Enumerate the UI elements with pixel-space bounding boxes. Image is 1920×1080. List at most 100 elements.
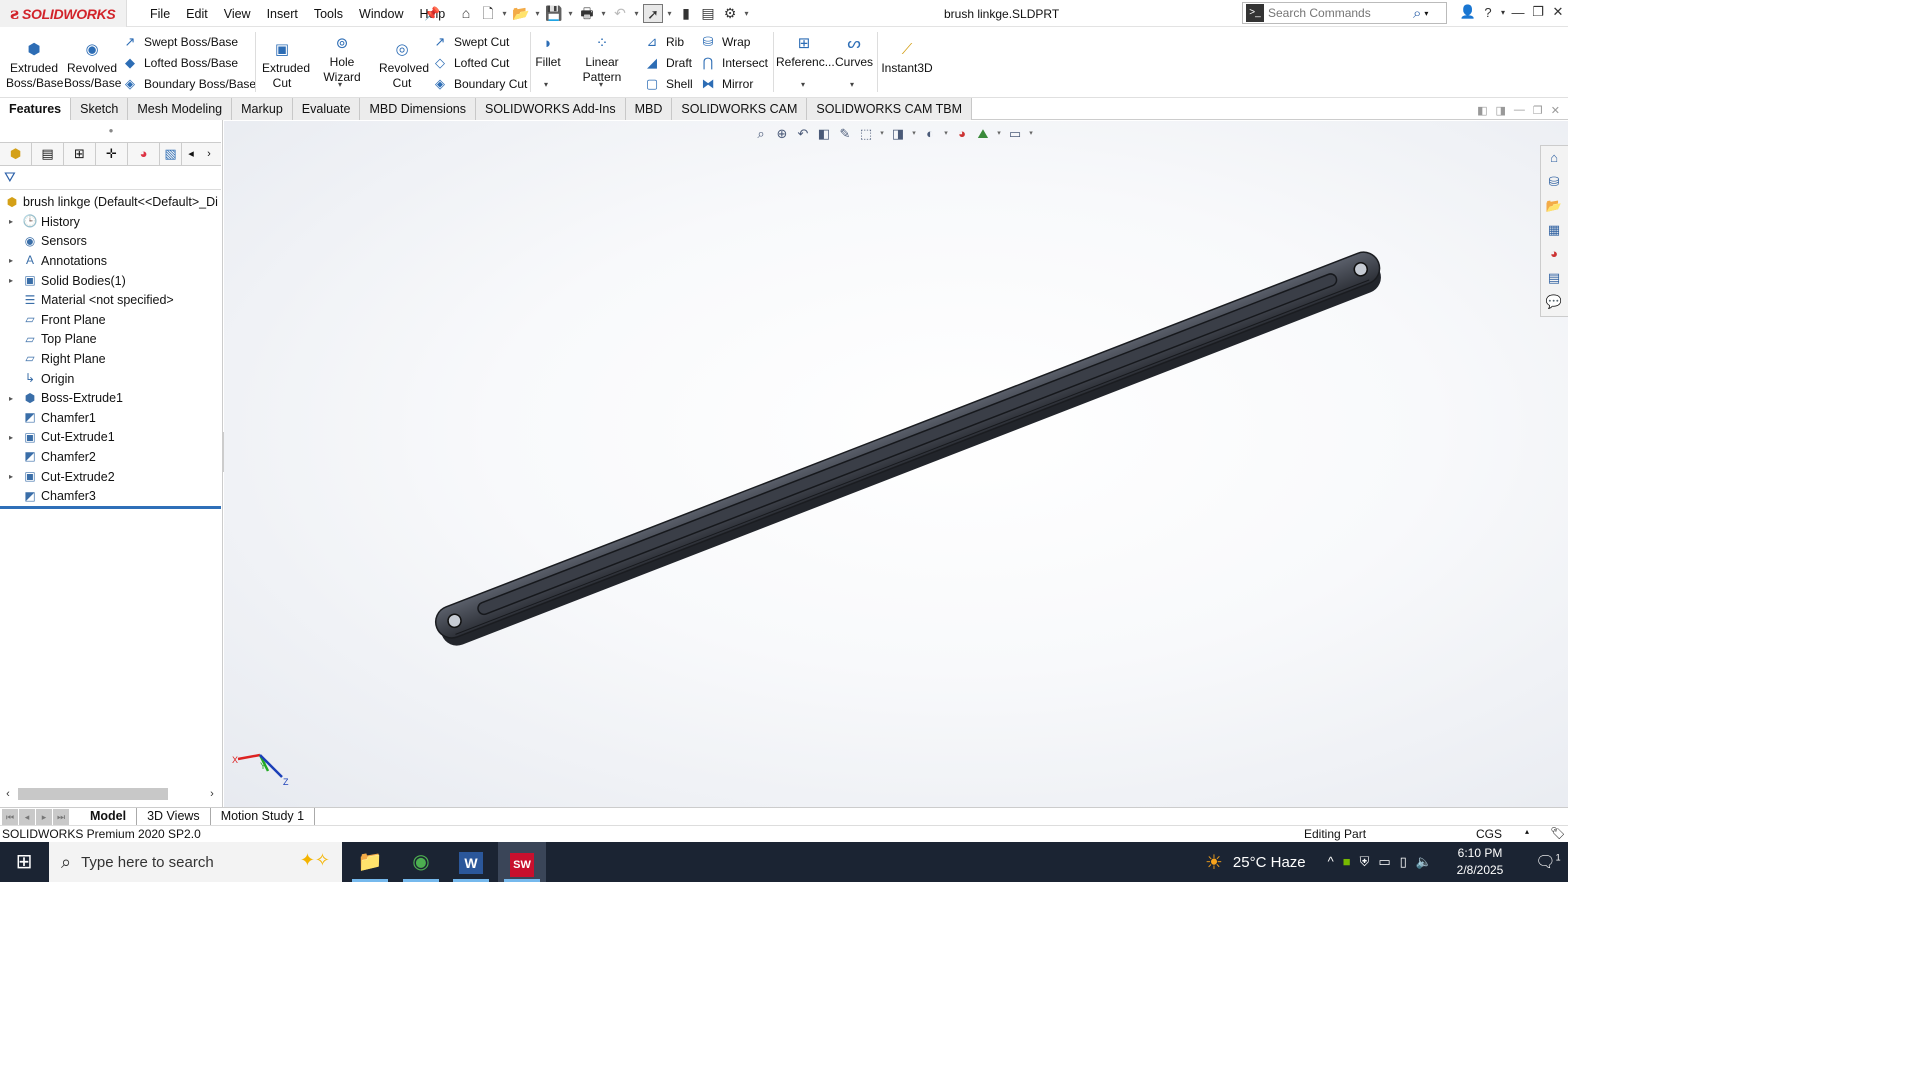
- unit-system[interactable]: CGS: [1476, 827, 1502, 841]
- expand-arrow-icon[interactable]: ▸: [0, 276, 22, 285]
- tab-mbd-dimensions[interactable]: MBD Dimensions: [360, 98, 476, 120]
- cam-tab-icon[interactable]: ▧: [160, 143, 182, 165]
- dimxpert-tab-icon[interactable]: ✛: [96, 143, 128, 165]
- extruded-cut-button[interactable]: ▣ Extruded Cut: [256, 41, 310, 91]
- tab-motion-study-1[interactable]: Motion Study 1: [211, 807, 316, 826]
- chevron-up-icon[interactable]: ▴: [1525, 827, 1529, 836]
- scroll-right-icon[interactable]: ›: [204, 788, 220, 800]
- tree-item-sensors[interactable]: ◉ Sensors: [0, 232, 221, 252]
- rebuild-traffic-light-icon[interactable]: ▮: [676, 4, 696, 23]
- chevron-down-icon[interactable]: ▾: [801, 80, 805, 89]
- chevron-down-icon[interactable]: ▾: [742, 9, 751, 18]
- weather-widget[interactable]: ☀ 25°C Haze: [1205, 850, 1306, 875]
- linkage-bar[interactable]: [431, 248, 1387, 651]
- part-model-view[interactable]: [224, 121, 1568, 807]
- swept-boss-button[interactable]: ↗ Swept Boss/Base: [122, 32, 239, 52]
- save-icon[interactable]: 💾: [544, 4, 564, 23]
- tab-solidworks-cam-tbm[interactable]: SOLIDWORKS CAM TBM: [807, 98, 973, 120]
- restore-icon[interactable]: ❐: [1528, 4, 1548, 20]
- tree-item-right-plane[interactable]: ▱ Right Plane: [0, 349, 221, 369]
- expand-arrow-icon[interactable]: ▸: [0, 256, 22, 265]
- chevron-down-icon[interactable]: ▾: [500, 9, 509, 18]
- tree-item-origin[interactable]: ↳ Origin: [0, 369, 221, 389]
- boundary-cut-button[interactable]: ◈ Boundary Cut: [432, 74, 527, 94]
- chevron-down-icon[interactable]: ▾: [566, 9, 575, 18]
- display-manager-tab-icon[interactable]: ◕: [128, 143, 160, 165]
- chevron-down-icon[interactable]: ▾: [338, 80, 342, 89]
- design-library-icon[interactable]: ⛁: [1541, 170, 1567, 194]
- chevron-down-icon[interactable]: ▾: [1498, 8, 1508, 17]
- pin-menu-icon[interactable]: 📌: [424, 6, 440, 22]
- file-properties-icon[interactable]: ▤: [698, 4, 718, 23]
- file-explorer-icon[interactable]: 📂: [1541, 194, 1567, 218]
- view-palette-icon[interactable]: ▦: [1541, 218, 1567, 242]
- network-icon[interactable]: ▭: [1378, 854, 1390, 870]
- tree-item-front-plane[interactable]: ▱ Front Plane: [0, 310, 221, 330]
- tile-right-icon[interactable]: ◨: [1496, 104, 1506, 117]
- chevron-down-icon[interactable]: ▾: [533, 9, 542, 18]
- minimize-icon[interactable]: —: [1514, 104, 1525, 117]
- chevron-down-icon[interactable]: ▾: [850, 80, 854, 89]
- scroll-left-icon[interactable]: ◂: [182, 143, 200, 165]
- menu-window[interactable]: Window: [351, 7, 411, 21]
- feature-tree-tab-icon[interactable]: ⬢: [0, 143, 32, 165]
- draft-button[interactable]: ◢ Draft: [644, 53, 692, 73]
- previous-tab-icon[interactable]: ◂: [19, 808, 36, 825]
- scroll-left-icon[interactable]: ‹: [0, 788, 16, 800]
- tree-root-part[interactable]: ⬢ brush linkge (Default<<Default>_Di: [0, 192, 221, 212]
- tree-item-annotations[interactable]: ▸ A Annotations: [0, 251, 221, 271]
- next-tab-icon[interactable]: ▸: [36, 808, 53, 825]
- close-icon[interactable]: ✕: [1551, 104, 1560, 117]
- expand-arrow-icon[interactable]: ▸: [0, 472, 22, 481]
- forum-icon[interactable]: 💬: [1541, 290, 1567, 314]
- revolved-cut-button[interactable]: ◎ Revolved Cut: [376, 41, 429, 91]
- property-manager-tab-icon[interactable]: ▤: [32, 143, 64, 165]
- tree-item-cut-extrude2[interactable]: ▸ ▣ Cut-Extrude2: [0, 467, 221, 487]
- scrollbar-thumb[interactable]: [18, 788, 168, 800]
- tree-item-solid-bodies[interactable]: ▸ ▣ Solid Bodies(1): [0, 271, 221, 291]
- expand-arrow-icon[interactable]: ▸: [0, 433, 22, 442]
- tab-solidworks-addins[interactable]: SOLIDWORKS Add-Ins: [476, 98, 626, 120]
- hole-wizard-button[interactable]: ⊚ Hole Wizard: [310, 35, 374, 85]
- chevron-down-icon[interactable]: ▾: [632, 9, 641, 18]
- minimize-icon[interactable]: —: [1508, 5, 1528, 20]
- filter-icon[interactable]: ⛛: [4, 169, 16, 186]
- wrap-button[interactable]: ⛁ Wrap: [700, 32, 751, 52]
- mirror-button[interactable]: ⧓ Mirror: [700, 74, 754, 94]
- linear-pattern-button[interactable]: ⁘ Linear Pattern: [566, 35, 638, 85]
- tag-icon[interactable]: 🏷: [1550, 826, 1565, 840]
- last-tab-icon[interactable]: ⏭: [53, 808, 70, 825]
- extruded-boss-button[interactable]: ⬢ Extruded Boss/Base: [6, 41, 63, 91]
- tab-evaluate[interactable]: Evaluate: [292, 98, 361, 120]
- menu-tools[interactable]: Tools: [306, 7, 351, 21]
- tree-item-cut-extrude1[interactable]: ▸ ▣ Cut-Extrude1: [0, 428, 221, 448]
- chevron-down-icon[interactable]: ▾: [544, 80, 548, 89]
- tile-left-icon[interactable]: ◧: [1477, 104, 1487, 117]
- new-document-icon[interactable]: 🗋: [478, 4, 498, 23]
- instant3d-button[interactable]: ⟋ Instant3D: [880, 41, 934, 76]
- tree-item-chamfer3[interactable]: ◩ Chamfer3: [0, 486, 221, 506]
- panel-grip-icon[interactable]: ●: [0, 120, 222, 141]
- expand-arrow-icon[interactable]: ▸: [0, 217, 22, 226]
- tab-mbd[interactable]: MBD: [625, 98, 673, 120]
- menu-file[interactable]: File: [142, 7, 178, 21]
- chevron-down-icon[interactable]: ▾: [599, 80, 603, 89]
- reference-geometry-button[interactable]: ⊞ Referenc...: [776, 35, 835, 70]
- tree-item-boss-extrude1[interactable]: ▸ ⬢ Boss-Extrude1: [0, 388, 221, 408]
- fillet-button[interactable]: ◗ Fillet: [534, 35, 562, 70]
- word-icon[interactable]: W: [447, 842, 495, 882]
- select-cursor-icon[interactable]: ➚: [643, 4, 663, 23]
- menu-insert[interactable]: Insert: [259, 7, 306, 21]
- volume-icon[interactable]: 🔈: [1416, 854, 1432, 870]
- chevron-up-icon[interactable]: ^: [1328, 854, 1334, 870]
- lofted-boss-button[interactable]: ◆ Lofted Boss/Base: [122, 53, 238, 73]
- print-icon[interactable]: 🖶: [577, 4, 597, 23]
- solidworks-resources-icon[interactable]: ⌂: [1541, 146, 1567, 170]
- tab-mesh-modeling[interactable]: Mesh Modeling: [128, 98, 233, 120]
- tab-3d-views[interactable]: 3D Views: [137, 807, 211, 826]
- notification-center-icon[interactable]: 🗨1: [1528, 852, 1568, 872]
- command-prompt-icon[interactable]: >_: [1246, 4, 1264, 22]
- chevron-down-icon[interactable]: ▾: [665, 9, 674, 18]
- expand-arrow-icon[interactable]: ▸: [0, 394, 22, 403]
- boundary-boss-button[interactable]: ◈ Boundary Boss/Base: [122, 74, 256, 94]
